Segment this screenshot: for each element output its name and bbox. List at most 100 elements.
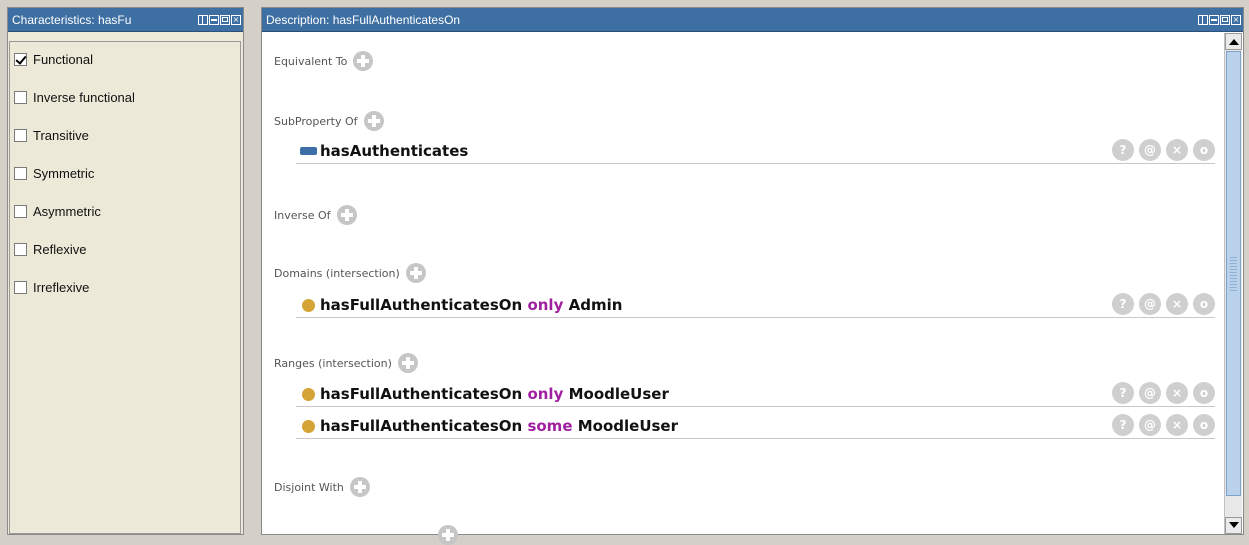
keyword: only xyxy=(527,296,564,314)
characteristic-transitive[interactable]: Transitive xyxy=(14,125,89,145)
checkbox[interactable] xyxy=(14,90,27,104)
scroll-grip xyxy=(1230,256,1237,291)
restriction-icon xyxy=(302,419,315,433)
characteristic-label: Symmetric xyxy=(33,165,95,181)
minimize-icon[interactable] xyxy=(209,14,219,25)
characteristic-label: Inverse functional xyxy=(33,89,135,105)
characteristic-inverse-functional[interactable]: Inverse functional xyxy=(14,87,135,107)
annotate-icon[interactable]: @ xyxy=(1139,139,1161,161)
scroll-thumb[interactable] xyxy=(1226,51,1241,496)
description-title: Description: hasFullAuthenticatesOn xyxy=(266,12,461,27)
section-label: Ranges (intersection) xyxy=(274,356,392,370)
row-actions: ? @ × o xyxy=(1112,139,1215,161)
checkbox-checked[interactable] xyxy=(14,52,27,66)
add-inverse-icon[interactable] xyxy=(336,205,357,225)
section-label: SubProperty Of xyxy=(274,114,358,128)
maximize-icon[interactable] xyxy=(1220,14,1230,25)
characteristic-label: Irreflexive xyxy=(33,279,90,295)
edit-icon[interactable]: o xyxy=(1193,414,1215,436)
row-actions: ? @ × o xyxy=(1112,382,1215,404)
explain-icon[interactable]: ? xyxy=(1112,293,1134,315)
section-subproperty-of: SubProperty Of xyxy=(274,111,384,131)
item-text: hasFullAuthenticatesOn only MoodleUser xyxy=(296,385,669,403)
characteristic-reflexive[interactable]: Reflexive xyxy=(14,239,86,259)
delete-icon[interactable]: × xyxy=(1166,382,1188,404)
property-name: hasFullAuthenticatesOn xyxy=(320,385,523,403)
add-range-icon[interactable] xyxy=(397,353,418,373)
section-ranges: Ranges (intersection) xyxy=(274,353,418,373)
list-item[interactable]: hasFullAuthenticatesOn only Admin ? @ × … xyxy=(296,293,1215,318)
section-equivalent-to: Equivalent To xyxy=(274,51,374,71)
explain-icon[interactable]: ? xyxy=(1112,139,1134,161)
add-icon-partial[interactable] xyxy=(438,525,458,545)
characteristics-panel: Characteristics: hasFu × Functional Inve… xyxy=(7,7,244,535)
delete-icon[interactable]: × xyxy=(1166,139,1188,161)
section-domains: Domains (intersection) xyxy=(274,263,426,283)
characteristic-asymmetric[interactable]: Asymmetric xyxy=(14,201,101,221)
property-name: hasFullAuthenticatesOn xyxy=(320,296,523,314)
characteristic-label: Asymmetric xyxy=(33,203,101,219)
checkbox[interactable] xyxy=(14,166,27,180)
annotate-icon[interactable]: @ xyxy=(1139,414,1161,436)
characteristic-functional[interactable]: Functional xyxy=(14,49,93,69)
property-name: hasAuthenticates xyxy=(320,142,469,160)
characteristic-irreflexive[interactable]: Irreflexive xyxy=(14,277,89,297)
add-subproperty-icon[interactable] xyxy=(363,111,384,131)
scroll-up-icon[interactable] xyxy=(1225,33,1242,50)
annotate-icon[interactable]: @ xyxy=(1139,293,1161,315)
minimize-icon[interactable] xyxy=(1209,14,1219,25)
row-actions: ? @ × o xyxy=(1112,293,1215,315)
checkbox[interactable] xyxy=(14,128,27,142)
description-panel: Description: hasFullAuthenticatesOn × Eq… xyxy=(261,7,1244,545)
restriction-icon xyxy=(302,298,315,312)
close-icon[interactable]: × xyxy=(231,14,241,25)
characteristics-titlebar: Characteristics: hasFu × xyxy=(8,8,243,32)
section-label: Equivalent To xyxy=(274,54,348,68)
object-property-icon xyxy=(300,147,317,155)
explain-icon[interactable]: ? xyxy=(1112,414,1134,436)
row-actions: ? @ × o xyxy=(1112,414,1215,436)
section-inverse-of: Inverse Of xyxy=(274,205,357,225)
characteristics-list: Functional Inverse functional Transitive… xyxy=(9,41,241,534)
edit-icon[interactable]: o xyxy=(1193,293,1215,315)
delete-icon[interactable]: × xyxy=(1166,414,1188,436)
vertical-scrollbar[interactable] xyxy=(1224,33,1242,534)
checkbox[interactable] xyxy=(14,242,27,256)
section-disjoint-with: Disjoint With xyxy=(274,477,370,497)
item-text: hasFullAuthenticatesOn only Admin xyxy=(296,296,622,314)
split-view-icon[interactable] xyxy=(198,14,208,25)
keyword: only xyxy=(527,385,564,403)
characteristic-symmetric[interactable]: Symmetric xyxy=(14,163,94,183)
edit-icon[interactable]: o xyxy=(1193,139,1215,161)
class-name: MoodleUser xyxy=(568,385,669,403)
close-icon[interactable]: × xyxy=(1231,14,1241,25)
edit-icon[interactable]: o xyxy=(1193,382,1215,404)
characteristic-label: Transitive xyxy=(33,127,89,143)
list-item[interactable]: hasFullAuthenticatesOn only MoodleUser ?… xyxy=(296,382,1215,407)
property-name: hasFullAuthenticatesOn xyxy=(320,417,523,435)
scroll-down-icon[interactable] xyxy=(1225,517,1242,534)
characteristic-label: Reflexive xyxy=(33,241,87,257)
explain-icon[interactable]: ? xyxy=(1112,382,1134,404)
description-body: Equivalent To SubProperty Of hasAuthenti… xyxy=(262,33,1243,545)
class-name: MoodleUser xyxy=(577,417,679,435)
list-item[interactable]: hasAuthenticates ? @ × o xyxy=(296,139,1215,164)
class-name: Admin xyxy=(568,296,623,314)
checkbox[interactable] xyxy=(14,280,27,294)
list-item[interactable]: hasFullAuthenticatesOn some MoodleUser ?… xyxy=(296,414,1215,439)
add-equivalent-icon[interactable] xyxy=(353,51,374,71)
restriction-icon xyxy=(302,387,315,401)
add-disjoint-icon[interactable] xyxy=(349,477,370,497)
characteristics-title: Characteristics: hasFu xyxy=(12,12,132,27)
item-text: hasAuthenticates xyxy=(296,142,468,160)
maximize-icon[interactable] xyxy=(220,14,230,25)
section-label: Domains (intersection) xyxy=(274,266,400,280)
annotate-icon[interactable]: @ xyxy=(1139,382,1161,404)
section-label: Disjoint With xyxy=(274,480,344,494)
delete-icon[interactable]: × xyxy=(1166,293,1188,315)
keyword: some xyxy=(527,417,573,435)
item-text: hasFullAuthenticatesOn some MoodleUser xyxy=(296,417,678,435)
add-domain-icon[interactable] xyxy=(405,263,426,283)
checkbox[interactable] xyxy=(14,204,27,218)
split-view-icon[interactable] xyxy=(1198,14,1208,25)
